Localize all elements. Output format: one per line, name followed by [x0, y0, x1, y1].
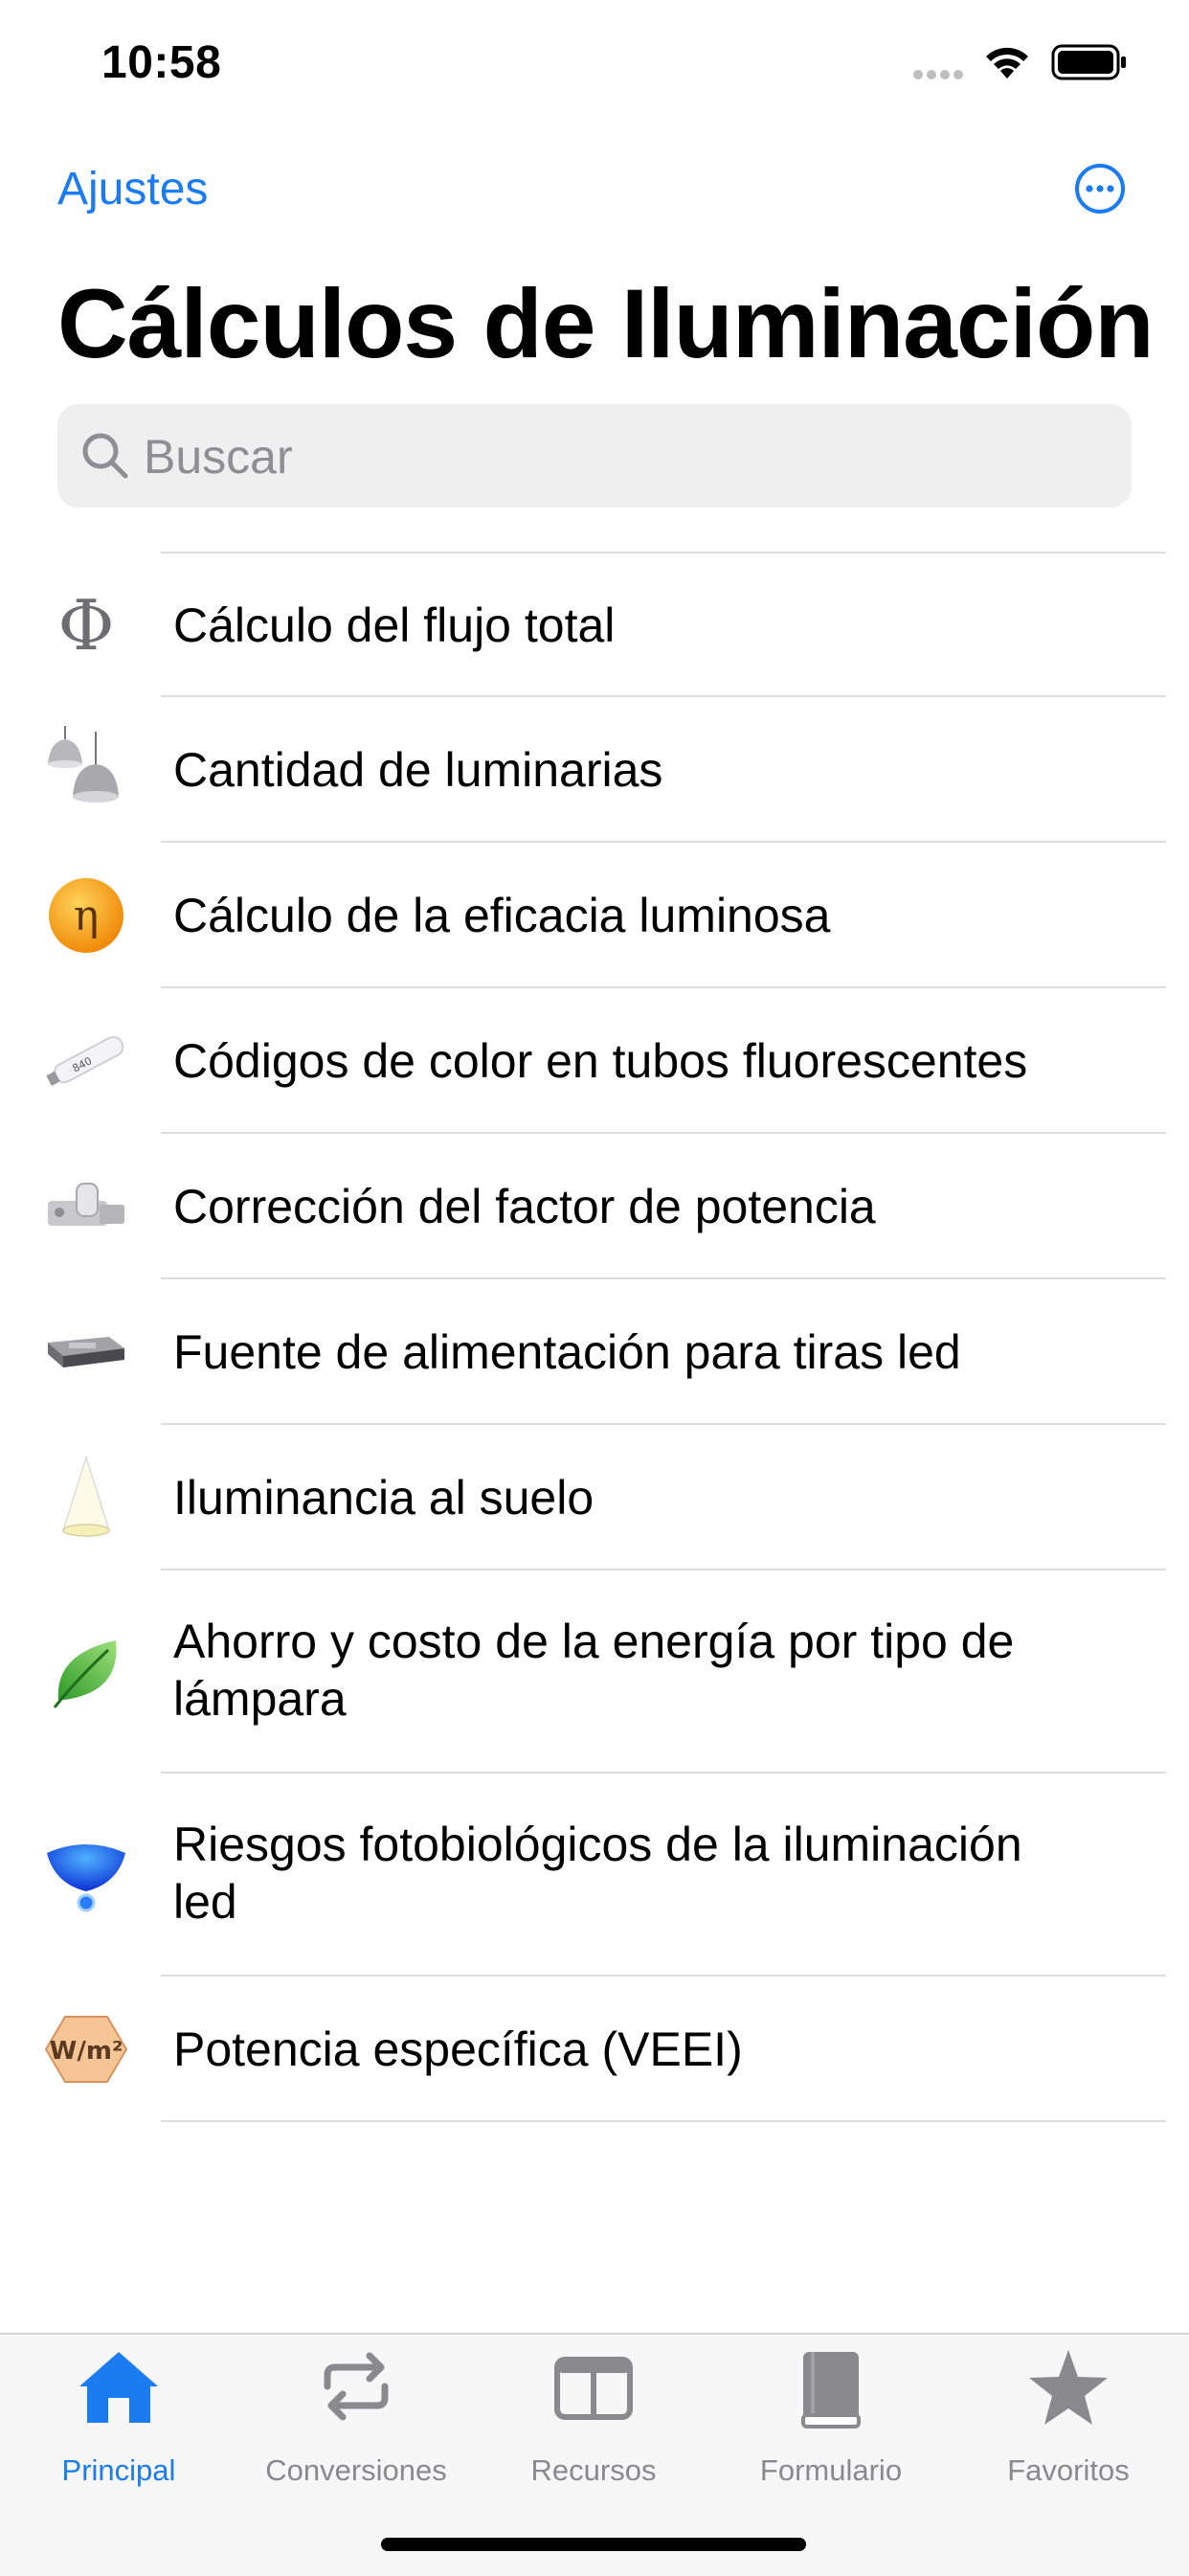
tab-conversiones[interactable]: Conversiones — [237, 2335, 475, 2488]
fluorescent-tube-icon: 840 — [42, 1017, 130, 1105]
status-time: 10:58 — [101, 37, 222, 88]
power-density-icon: W/m² — [42, 2005, 130, 2093]
svg-text:η: η — [74, 892, 99, 940]
list-item-label: Cálculo de la eficacia luminosa — [173, 889, 831, 942]
led-icon — [42, 1831, 130, 1919]
ellipsis-circle-icon[interactable] — [1074, 163, 1126, 215]
list-item-total-flux[interactable]: Φ Cálculo del flujo total — [0, 554, 1189, 697]
list-item-label: Cantidad de luminarias — [173, 743, 663, 797]
list-item-floor-illuminance[interactable]: Iluminancia al suelo — [0, 1425, 1189, 1570]
list-item-label: Corrección del factor de potencia — [173, 1180, 876, 1233]
panels-icon — [475, 2348, 712, 2434]
wifi-icon — [986, 47, 1028, 79]
tab-recursos[interactable]: Recursos — [475, 2335, 712, 2488]
search-input[interactable] — [142, 421, 1084, 492]
star-icon — [950, 2348, 1187, 2434]
list-item-specific-power[interactable]: W/m² Potencia específica (VEEI) — [0, 1977, 1189, 2122]
list-item-luminous-efficacy[interactable]: η Cálculo de la eficacia luminosa — [0, 843, 1189, 988]
eta-icon: η — [42, 871, 130, 960]
house-icon — [0, 2348, 237, 2434]
list-item-label: Cálculo del flujo total — [173, 599, 616, 652]
list-item-power-factor-correction[interactable]: Corrección del factor de potencia — [0, 1134, 1189, 1279]
battery-icon — [1051, 44, 1126, 80]
tab-label: Favoritos — [1007, 2453, 1130, 2487]
list-item-photobiological-risks[interactable]: Riesgos fotobiológicos de la iluminación… — [0, 1774, 1189, 1977]
tab-label: Conversiones — [265, 2453, 447, 2487]
signal-dots-icon — [913, 67, 967, 84]
phi-icon: Φ — [57, 585, 115, 666]
page-title: Cálculos de Iluminación — [57, 269, 1155, 378]
list-item-label: Riesgos fotobiológicos de la iluminación… — [173, 1818, 1022, 1929]
status-bar: 10:58 — [0, 0, 1189, 134]
pendant-lamps-icon — [42, 726, 130, 814]
tab-label: Principal — [61, 2453, 176, 2487]
divider — [161, 2120, 1166, 2122]
list-item-label: Fuente de alimentación para tiras led — [173, 1325, 961, 1379]
tab-label: Formulario — [759, 2453, 903, 2487]
tab-principal[interactable]: Principal — [0, 2335, 237, 2488]
list-item-label: Códigos de color en tubos fluorescentes — [173, 1034, 1028, 1088]
list-item-luminaire-count[interactable]: Cantidad de luminarias — [0, 697, 1189, 843]
list-item-label: Potencia específica (VEEI) — [173, 2022, 743, 2076]
tab-favoritos[interactable]: Favoritos — [950, 2335, 1187, 2488]
leaf-icon — [42, 1628, 130, 1716]
list-item-label: Ahorro y costo de la energía por tipo de… — [173, 1615, 1015, 1726]
repeat-icon — [237, 2348, 475, 2434]
power-supply-icon — [42, 1308, 130, 1396]
list-item-label: Iluminancia al suelo — [173, 1471, 594, 1525]
book-icon — [712, 2348, 950, 2434]
list-item-energy-savings[interactable]: Ahorro y costo de la energía por tipo de… — [0, 1570, 1189, 1774]
svg-text:W/m²: W/m² — [50, 2037, 123, 2066]
list-item-led-strip-power-supply[interactable]: Fuente de alimentación para tiras led — [0, 1279, 1189, 1425]
search-icon — [82, 433, 128, 479]
light-cone-icon — [42, 1454, 130, 1542]
search-bar[interactable] — [57, 404, 1132, 508]
list-item-fluorescent-color-codes[interactable]: 840 Códigos de color en tubos fluorescen… — [0, 988, 1189, 1134]
settings-button[interactable]: Ajustes — [57, 163, 208, 215]
tab-formulario[interactable]: Formulario — [712, 2335, 950, 2488]
home-indicator[interactable] — [381, 2538, 806, 2551]
tab-label: Recursos — [530, 2453, 657, 2487]
capacitor-icon — [42, 1163, 130, 1251]
